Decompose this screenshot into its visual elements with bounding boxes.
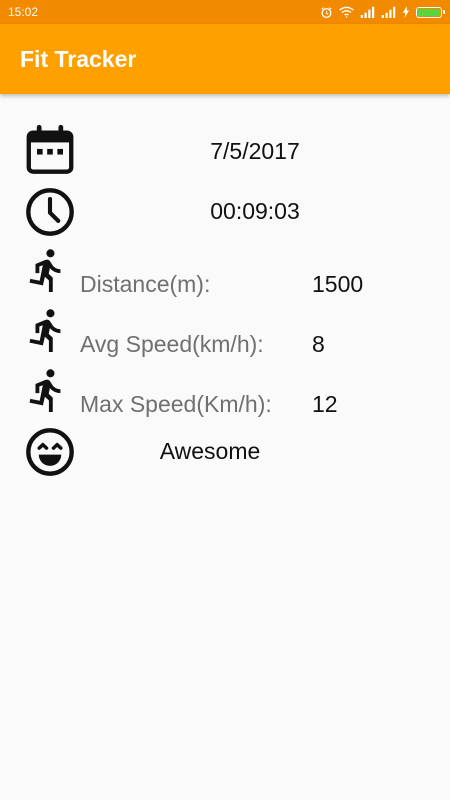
alarm-icon (321, 6, 332, 18)
workout-date: 7/5/2017 (210, 138, 300, 164)
workout-duration: 00:09:03 (210, 198, 300, 224)
distance-label: Distance(m): (80, 271, 211, 297)
distance-value: 1500 (312, 271, 364, 297)
avg-speed-label: Avg Speed(km/h): (80, 331, 264, 357)
status-time: 15:02 (8, 5, 39, 19)
running-icon (29, 249, 61, 293)
running-icon (29, 369, 61, 413)
max-speed-value: 12 (312, 391, 338, 417)
workout-mood: Awesome (159, 438, 261, 464)
charging-icon (403, 6, 409, 18)
wifi-icon (339, 6, 354, 18)
signal-icon (381, 6, 396, 18)
battery-icon (416, 6, 445, 18)
app-bar: Fit Tracker (0, 24, 450, 94)
battery-level (418, 8, 440, 16)
status-icons (320, 6, 445, 19)
signal-icon (360, 6, 375, 18)
avg-speed-value: 8 (312, 331, 325, 357)
smiley-icon (26, 428, 74, 476)
max-speed-label: Max Speed(Km/h): (80, 391, 272, 417)
calendar-icon (26, 124, 74, 174)
workout-details: 7/5/2017 00:09:03 Distance(m): 1500 Avg … (0, 94, 450, 800)
clock-icon (26, 188, 74, 236)
running-icon (29, 309, 61, 353)
status-bar: 15:02 (0, 0, 450, 24)
app-title: Fit Tracker (20, 45, 137, 72)
